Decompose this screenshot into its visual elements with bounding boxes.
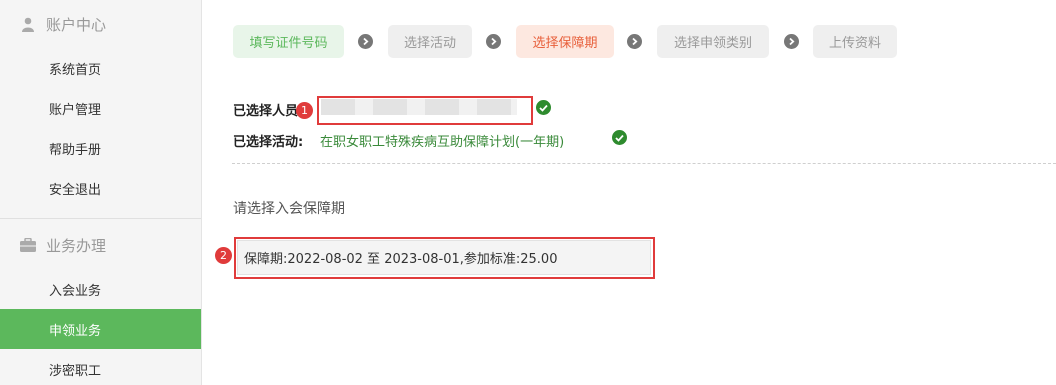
section-divider bbox=[232, 163, 1056, 164]
check-circle-icon bbox=[612, 130, 627, 145]
sidebar-item-logout[interactable]: 安全退出 bbox=[0, 168, 201, 208]
chevron-right-icon bbox=[486, 34, 501, 49]
chevron-right-icon bbox=[358, 34, 373, 49]
selected-person-label: 已选择人员 bbox=[233, 104, 299, 119]
step-fill-id-number[interactable]: 填写证件号码 bbox=[233, 25, 344, 58]
sidebar-item-account-manage[interactable]: 账户管理 bbox=[0, 88, 201, 128]
selected-activity-value: 在职女职工特殊疾病互助保障计划(一年期) bbox=[320, 135, 565, 150]
sidebar-section-title: 业务办理 bbox=[46, 236, 107, 255]
annotation-badge-1: 1 bbox=[296, 102, 313, 119]
step-upload-documents[interactable]: 上传资料 bbox=[813, 25, 897, 58]
sidebar-item-help[interactable]: 帮助手册 bbox=[0, 128, 201, 168]
sidebar-item-classified-staff[interactable]: 涉密职工 bbox=[0, 349, 201, 385]
sidebar-item-claim[interactable]: 申领业务 bbox=[0, 309, 201, 349]
sidebar-item-membership[interactable]: 入会业务 bbox=[0, 269, 201, 309]
step-select-claim-type[interactable]: 选择申领类别 bbox=[657, 25, 769, 58]
step-select-activity[interactable]: 选择活动 bbox=[388, 25, 472, 58]
annotation-box-1 bbox=[317, 96, 533, 125]
chevron-right-icon bbox=[784, 34, 799, 49]
briefcase-icon bbox=[20, 237, 36, 253]
sidebar-divider bbox=[0, 218, 201, 219]
sidebar: 账户中心 系统首页 账户管理 帮助手册 安全退出 业务办理 入会业务 申领业务 … bbox=[0, 0, 202, 385]
chevron-right-icon bbox=[627, 34, 642, 49]
user-icon bbox=[20, 16, 36, 32]
step-select-period[interactable]: 选择保障期 bbox=[516, 25, 614, 58]
sidebar-section-title: 账户中心 bbox=[46, 15, 107, 34]
sidebar-section-account: 账户中心 bbox=[0, 4, 201, 44]
check-circle-icon bbox=[536, 100, 551, 115]
sidebar-item-home[interactable]: 系统首页 bbox=[0, 48, 201, 88]
selected-activity-label: 已选择活动: bbox=[233, 135, 304, 150]
annotation-box-2 bbox=[234, 237, 655, 279]
period-prompt: 请选择入会保障期 bbox=[233, 201, 345, 217]
sidebar-section-business: 业务办理 bbox=[0, 225, 201, 265]
annotation-badge-2: 2 bbox=[215, 247, 232, 264]
